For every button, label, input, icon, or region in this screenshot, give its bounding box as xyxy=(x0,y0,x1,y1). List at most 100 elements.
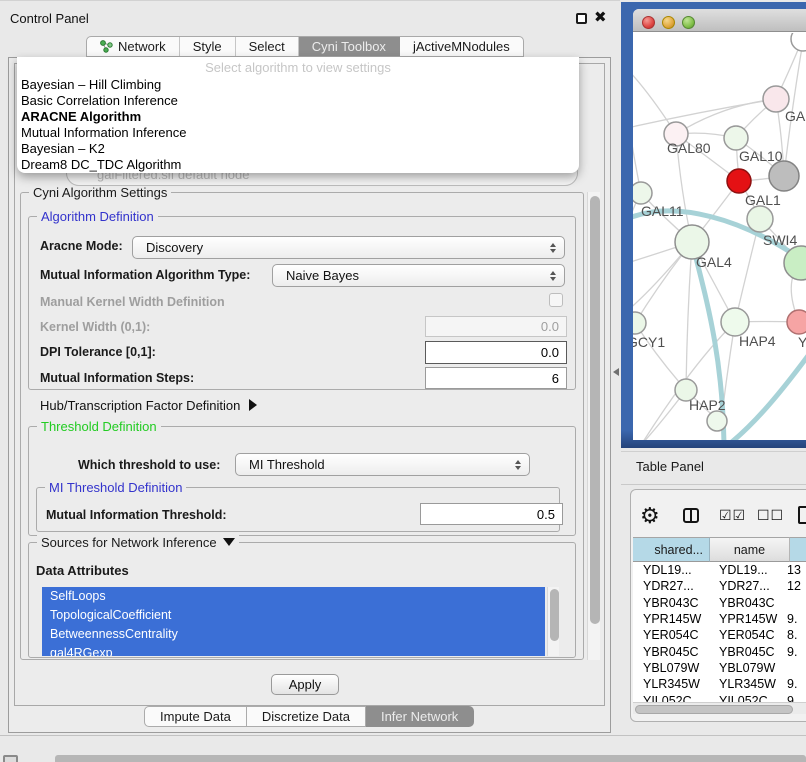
network-node[interactable] xyxy=(747,206,773,232)
column-header-partial[interactable] xyxy=(790,537,806,562)
network-canvas[interactable]: GALGAL80GAL10GAL1GAL11GAL4SWI4GCY1HAP4YH… xyxy=(633,33,806,440)
column-header-shared[interactable]: shared... xyxy=(633,537,710,562)
sources-title[interactable]: Sources for Network Inference xyxy=(37,535,239,550)
tab-style[interactable]: Style xyxy=(180,37,236,56)
minimized-window-icon[interactable] xyxy=(3,755,18,762)
control-panel-tabbar: Network StyleSelectCyni ToolboxjActiveMNo… xyxy=(86,36,524,57)
algorithm-option[interactable]: Basic Correlation Inference xyxy=(21,93,575,109)
network-graph[interactable]: GALGAL80GAL10GAL1GAL11GAL4SWI4GCY1HAP4YH… xyxy=(633,33,806,440)
table-row[interactable]: YBL079WYBL079W xyxy=(633,660,806,676)
data-attribute-item[interactable]: gal4RGexp xyxy=(42,644,545,656)
column-header-name[interactable]: name xyxy=(710,537,790,562)
settings-scrollbar-thumb[interactable] xyxy=(590,196,600,624)
tab-cyni-toolbox[interactable]: Cyni Toolbox xyxy=(299,37,400,56)
aracne-mode-label: Aracne Mode: xyxy=(40,239,123,253)
unchecked-columns-icon[interactable]: ☐☐ xyxy=(757,508,784,524)
table-row[interactable]: YER054CYER054C8. xyxy=(633,627,806,643)
tab-label: Network xyxy=(118,39,166,54)
aracne-mode-value: Discovery xyxy=(146,240,203,255)
network-node[interactable] xyxy=(707,411,727,431)
table-row[interactable]: YBR043CYBR043C xyxy=(633,595,806,611)
data-attribute-item[interactable]: TopologicalCoefficient xyxy=(42,606,545,625)
algorithm-option[interactable]: ARACNE Algorithm xyxy=(21,109,575,125)
table-row[interactable]: YPR145WYPR145W9. xyxy=(633,611,806,627)
table-row[interactable]: YLR345WYLR345W9. xyxy=(633,676,806,692)
checked-columns-icon[interactable]: ☑☑ xyxy=(719,508,746,524)
gear-icon[interactable]: ⚙ xyxy=(640,504,660,529)
node-label: GAL xyxy=(785,108,806,124)
split-columns-icon[interactable] xyxy=(683,508,699,523)
apply-button[interactable]: Apply xyxy=(271,674,339,695)
mi-threshold-field[interactable]: 0.5 xyxy=(420,503,563,525)
algorithm-definition-title: Algorithm Definition xyxy=(37,209,158,224)
which-threshold-combo[interactable]: MI Threshold xyxy=(235,453,530,476)
close-panel-icon[interactable]: ✖ xyxy=(594,8,607,26)
cell-value: 8. xyxy=(787,628,806,642)
tab-network[interactable]: Network xyxy=(87,37,180,56)
cell-value: 13 xyxy=(787,563,806,577)
network-node[interactable] xyxy=(791,33,806,51)
mi-steps-field[interactable]: 6 xyxy=(425,367,567,389)
algorithm-option[interactable]: Dream8 DC_TDC Algorithm xyxy=(21,157,575,173)
mi-algorithm-type-combo[interactable]: Naive Bayes xyxy=(272,264,565,287)
which-threshold-label: Which threshold to use: xyxy=(78,458,220,472)
minimize-window-icon[interactable] xyxy=(662,16,675,29)
cell-shared-name: YBR045C xyxy=(633,645,710,659)
collapse-down-icon xyxy=(223,538,235,546)
zoom-window-icon[interactable] xyxy=(682,16,695,29)
algorithm-option[interactable]: Mutual Information Inference xyxy=(21,125,575,141)
attributes-scrollbar-thumb[interactable] xyxy=(550,589,559,641)
tab-jactivemnodules[interactable]: jActiveMNodules xyxy=(400,37,523,56)
network-node-y[interactable] xyxy=(787,310,806,334)
table-hscrollbar[interactable] xyxy=(633,702,806,714)
node-label: GAL1 xyxy=(745,192,781,208)
cell-shared-name: YIL052C xyxy=(633,694,710,702)
attributes-scrollbar[interactable] xyxy=(547,587,559,656)
dpi-tolerance-field[interactable]: 0.0 xyxy=(425,341,567,364)
aracne-mode-combo[interactable]: Discovery xyxy=(132,236,565,259)
splitter-collapse-icon[interactable] xyxy=(613,368,619,376)
cell-name: YBL079W xyxy=(710,661,787,675)
float-panel-icon[interactable] xyxy=(576,13,587,24)
network-window-titlebar[interactable] xyxy=(633,9,806,32)
network-node[interactable] xyxy=(769,161,799,191)
hub-definition-expander[interactable]: Hub/Transcription Factor Definition xyxy=(40,398,257,413)
data-attribute-item[interactable]: SelfLoops xyxy=(42,587,545,606)
table-row[interactable]: YDR27...YDR27...12 xyxy=(633,578,806,594)
window-top-edge xyxy=(0,0,620,1)
table-row[interactable]: YBR045CYBR045C9. xyxy=(633,643,806,659)
tab-discretize-data[interactable]: Discretize Data xyxy=(247,706,366,727)
table-row[interactable]: YDL19...YDL19...13 xyxy=(633,562,806,578)
network-node-gcy1[interactable] xyxy=(633,312,646,334)
network-node-gal11[interactable] xyxy=(633,182,652,204)
cell-name: YIL052C xyxy=(710,694,787,702)
table-row[interactable]: YIL052CYIL052C9 xyxy=(633,692,806,702)
cell-name: YER054C xyxy=(710,628,787,642)
algorithm-dropdown-list: Bayesian – Hill ClimbingBasic Correlatio… xyxy=(21,77,575,173)
tab-impute-data[interactable]: Impute Data xyxy=(144,706,247,727)
table-body[interactable]: YDL19...YDL19...13YDR27...YDR27...12YBR0… xyxy=(633,562,806,702)
cell-shared-name: YDL19... xyxy=(633,563,710,577)
settings-scrollbar[interactable] xyxy=(587,192,600,660)
manual-kernel-width-checkbox[interactable] xyxy=(549,293,563,307)
table-hscrollbar-thumb[interactable] xyxy=(635,705,793,714)
kernel-width-field[interactable]: 0.0 xyxy=(425,316,567,337)
tab-infer-network[interactable]: Infer Network xyxy=(366,706,474,727)
function-builder-icon[interactable] xyxy=(798,506,806,524)
algorithm-option[interactable]: Bayesian – Hill Climbing xyxy=(21,77,575,93)
hub-definition-label: Hub/Transcription Factor Definition xyxy=(40,398,240,413)
tab-select[interactable]: Select xyxy=(236,37,299,56)
data-attribute-item[interactable]: BetweennessCentrality xyxy=(42,625,545,644)
network-node-hap4[interactable] xyxy=(721,308,749,336)
expand-right-icon xyxy=(249,399,257,411)
network-node-gal1[interactable] xyxy=(727,169,751,193)
cell-name: YDR27... xyxy=(710,579,787,593)
data-attributes-list[interactable]: SelfLoopsTopologicalCoefficientBetweenne… xyxy=(42,587,545,656)
network-window[interactable]: GALGAL80GAL10GAL1GAL11GAL4SWI4GCY1HAP4YH… xyxy=(633,9,806,440)
combo-arrows-icon xyxy=(550,243,556,253)
algorithm-option[interactable]: Bayesian – K2 xyxy=(21,141,575,157)
close-window-icon[interactable] xyxy=(642,16,655,29)
algorithm-dropdown[interactable]: Select algorithm to view settings Bayesi… xyxy=(17,57,579,173)
cell-shared-name: YPR145W xyxy=(633,612,710,626)
network-node-gal10[interactable] xyxy=(724,126,748,150)
